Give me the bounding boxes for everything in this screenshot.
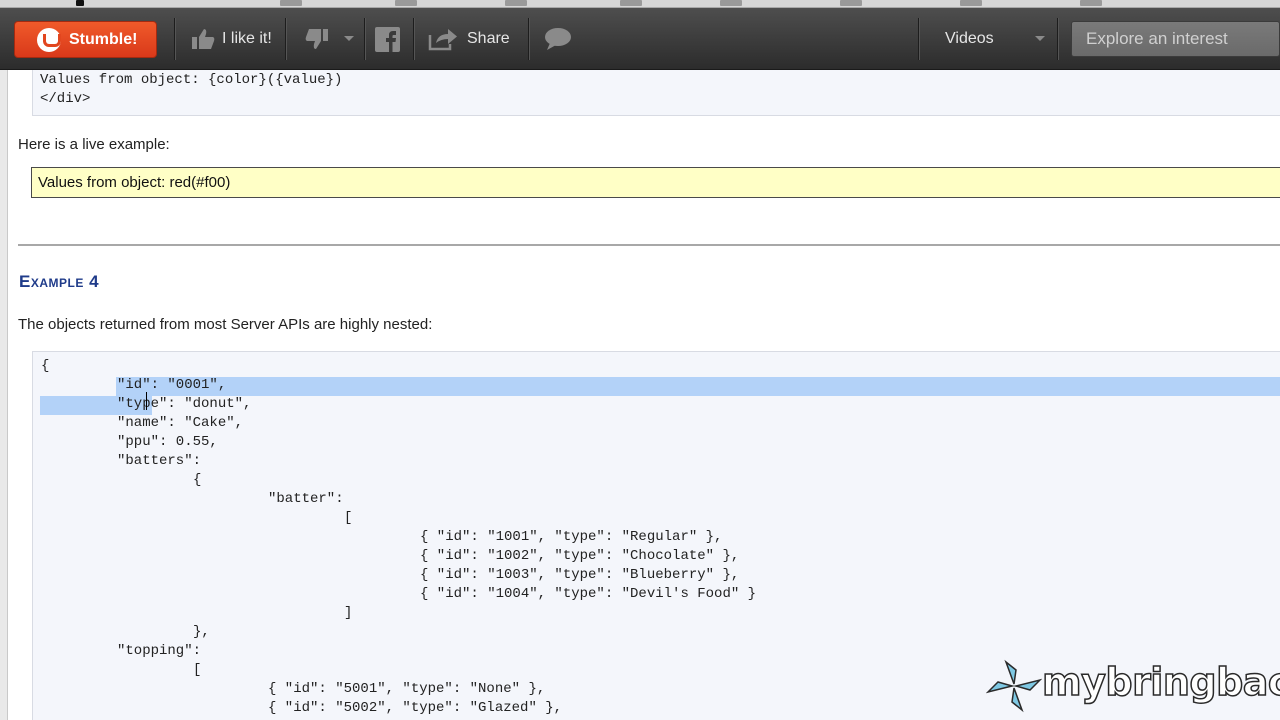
code-line: [: [344, 510, 353, 526]
bookmark-favicon[interactable]: [76, 0, 84, 6]
code-line: { "id": "5002", "type": "Glazed" },: [268, 700, 563, 716]
dislike-options-dropdown[interactable]: [343, 8, 355, 70]
code-line: </div>: [40, 91, 91, 107]
like-button[interactable]: I like it!: [190, 8, 272, 70]
code-line: [: [193, 662, 202, 678]
toolbar-divider: [285, 18, 286, 60]
videos-dropdown[interactable]: [1034, 8, 1046, 70]
facebook-share-button[interactable]: [375, 8, 400, 70]
explore-interest-placeholder: Explore an interest: [1086, 29, 1228, 48]
code-line: "batter":: [268, 491, 344, 507]
facebook-icon: [375, 26, 400, 52]
bookmark-item[interactable]: [720, 0, 742, 6]
code-line: { "id": "1002", "type": "Chocolate" },: [420, 548, 740, 564]
bookmark-item[interactable]: [960, 0, 982, 6]
code-line: { "id": "1001", "type": "Regular" },: [420, 529, 723, 545]
toolbar-divider: [918, 18, 919, 60]
toolbar-divider: [1057, 18, 1058, 60]
toolbar-divider: [174, 18, 175, 60]
thumbs-up-icon: [192, 29, 215, 49]
code-line: ]: [344, 605, 353, 621]
speech-bubble-icon: [545, 28, 571, 50]
code-line: },: [193, 624, 210, 640]
section-divider: [18, 244, 1280, 246]
mybringback-watermark: mybringback: [984, 652, 1280, 720]
share-button[interactable]: Share: [428, 8, 510, 70]
dislike-button[interactable]: [304, 8, 330, 70]
section-heading: Example 4: [19, 272, 100, 291]
share-arrow-icon: [428, 29, 457, 51]
code-snippet-previous: Values from object: {color}({value}) </d…: [32, 70, 1280, 116]
code-line: {: [193, 472, 202, 488]
bookmark-item[interactable]: [280, 0, 302, 6]
code-line: { "id": "1003", "type": "Blueberry" },: [420, 567, 740, 583]
browser-bookmarks-strip: [0, 0, 1280, 8]
left-window-edge: [0, 70, 8, 720]
comment-button[interactable]: [543, 8, 573, 70]
code-line: Values from object: {color}({value}): [40, 72, 343, 88]
chevron-down-icon: [1035, 36, 1045, 41]
code-line: "ppu": 0.55,: [117, 434, 218, 450]
toolbar-divider: [528, 18, 529, 60]
code-line: "name": "Cake",: [117, 415, 244, 431]
chevron-down-icon: [344, 36, 354, 41]
bookmark-item[interactable]: [395, 0, 417, 6]
bookmark-item[interactable]: [620, 0, 642, 6]
videos-menu[interactable]: Videos: [945, 8, 994, 70]
code-line: { "id": "5001", "type": "None" },: [268, 681, 546, 697]
code-line: "batters":: [117, 453, 202, 469]
explore-interest-input[interactable]: Explore an interest: [1071, 21, 1280, 57]
live-example-text: Values from object: red(#f00): [38, 174, 231, 191]
section-description: The objects returned from most Server AP…: [18, 316, 433, 333]
live-example-label: Here is a live example:: [18, 136, 170, 153]
stumble-button-label: Stumble!: [69, 30, 138, 48]
bookmark-item[interactable]: [505, 0, 527, 6]
code-line: "topping":: [117, 643, 202, 659]
live-example-output: Values from object: red(#f00): [31, 167, 1280, 198]
stumbleupon-toolbar: Stumble! I like it! Share Videos Explore…: [0, 8, 1280, 70]
bookmark-item[interactable]: [840, 0, 862, 6]
toolbar-divider: [413, 18, 414, 60]
toolbar-divider: [364, 18, 365, 60]
code-line: "id": "0001",: [117, 377, 227, 393]
mybringback-logo-icon: [986, 659, 1042, 713]
like-button-label: I like it!: [222, 30, 272, 47]
code-line: {: [41, 358, 50, 374]
text-selection-highlight: [116, 377, 1280, 396]
mybringback-wordmark: mybringback: [1041, 659, 1280, 705]
videos-menu-label: Videos: [945, 30, 994, 47]
stumble-button[interactable]: Stumble!: [14, 21, 157, 58]
thumbs-down-icon: [305, 29, 328, 49]
bookmark-item[interactable]: [1080, 0, 1102, 6]
code-line: { "id": "1004", "type": "Devil's Food" }: [420, 586, 757, 602]
code-line: "type": "donut",: [117, 396, 252, 412]
stumbleupon-logo-icon: [37, 27, 61, 52]
share-button-label: Share: [467, 30, 510, 47]
text-cursor-icon: [146, 392, 153, 410]
